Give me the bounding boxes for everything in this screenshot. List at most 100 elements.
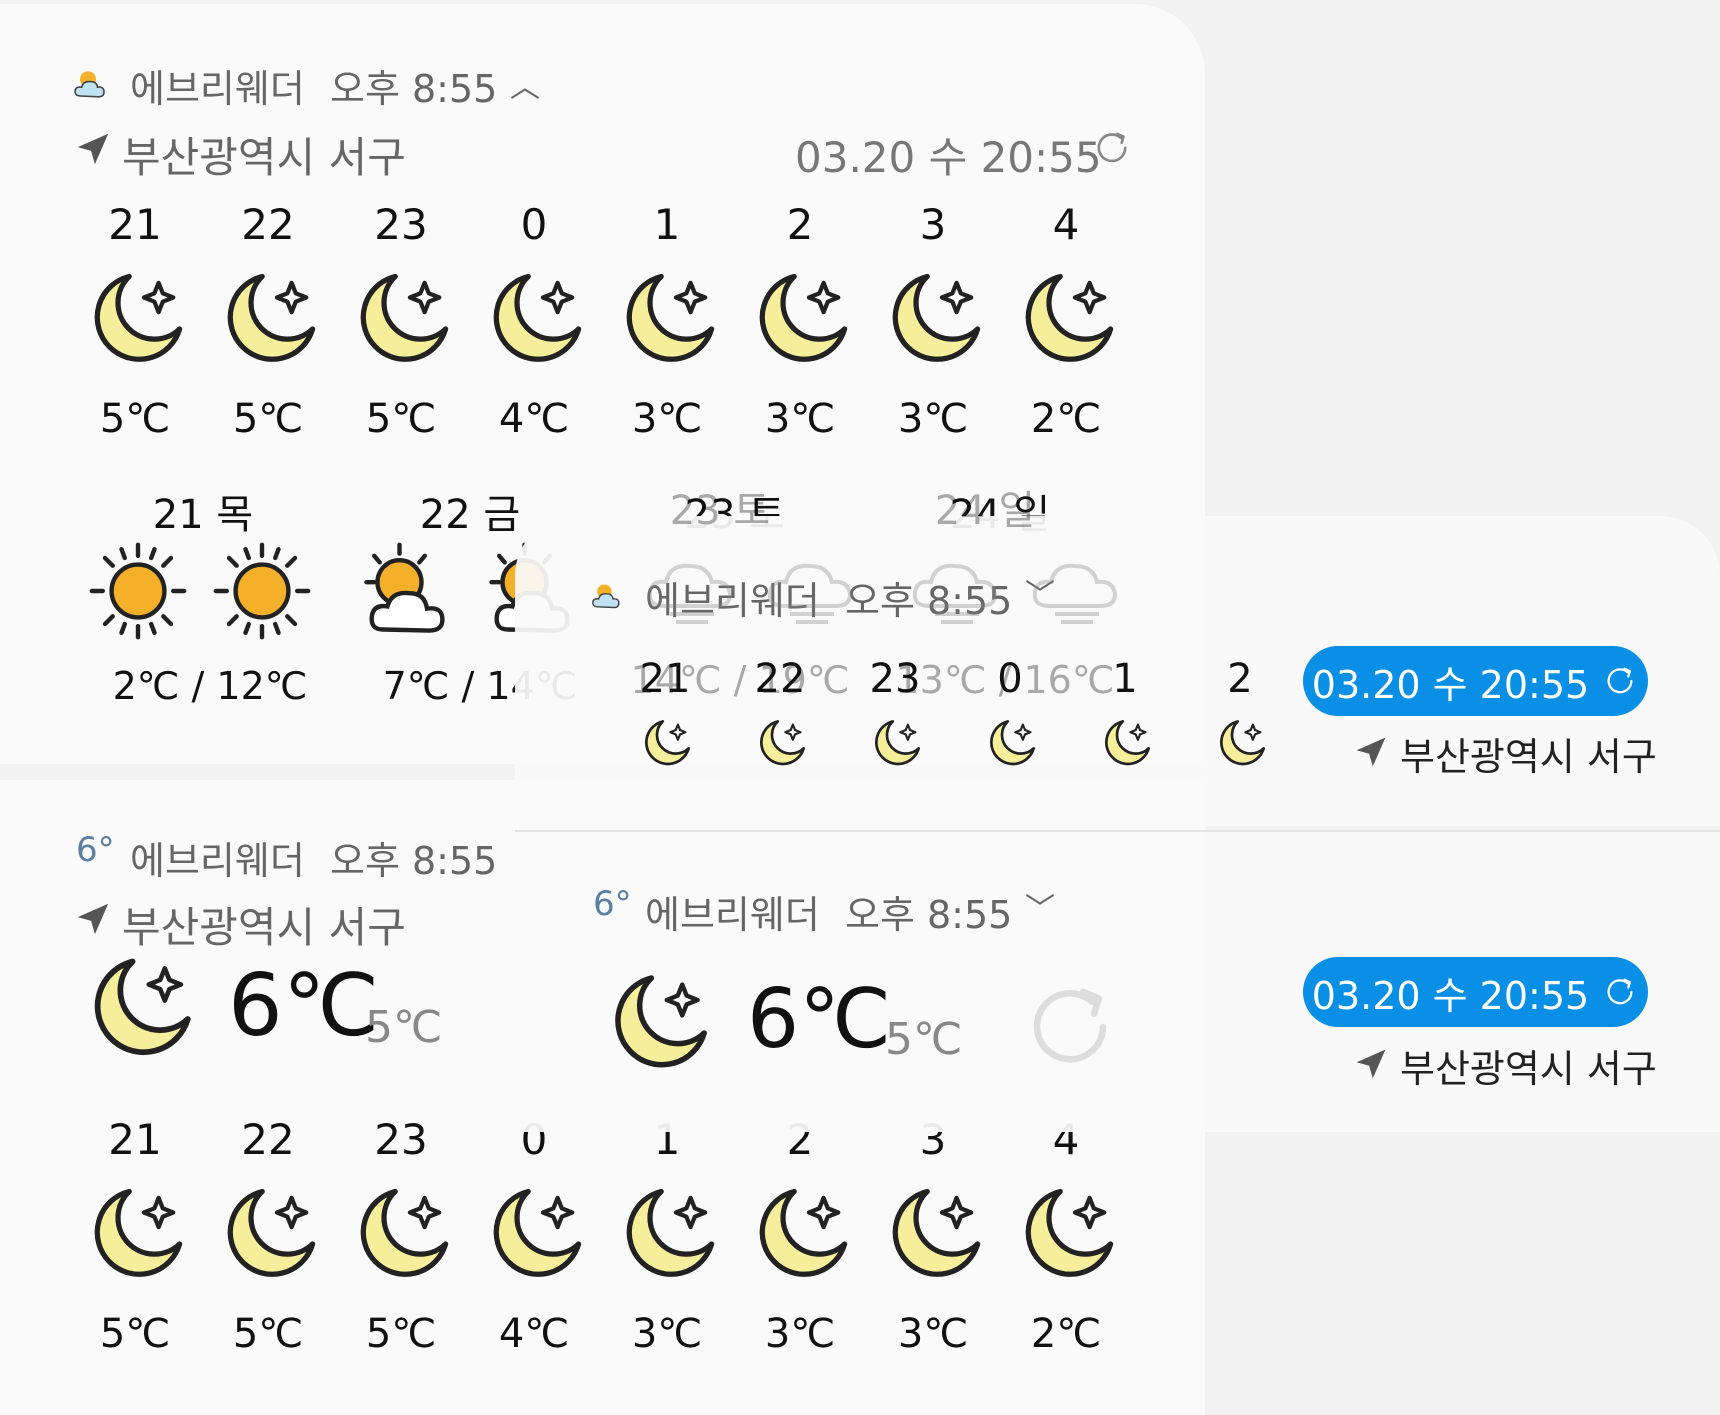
current-temp: 6℃ [228,956,380,1056]
hour-temp: 3℃ [764,396,836,442]
cloud-icon [640,536,740,636]
moon-star-icon [482,1181,587,1286]
app-name: 에브리웨더 [645,893,820,937]
hour-label: 21 [108,200,162,249]
moon-star-icon [754,716,808,770]
moon-star-icon [603,967,713,1077]
moon-star-icon [881,266,986,371]
sun-icon [83,536,193,646]
hour-label: 21 [108,1115,162,1164]
location-arrow-icon [1353,734,1389,770]
hour-label: 23 [374,200,428,249]
day-temp-range: 13℃ / 16℃ [895,658,1115,702]
hour-temp: 3℃ [631,396,703,442]
moon-star-icon [615,1181,720,1286]
chevron-up-icon[interactable]: ︿ [510,62,540,106]
day-temp-range: 14℃ / 19℃ [630,658,850,702]
hour-temp: 4℃ [498,1311,570,1357]
hour-temp: 5℃ [232,1311,304,1357]
refresh-icon [1601,973,1639,1011]
location-label: 부산광역시 서구 [1400,735,1657,779]
hour-temp: 2℃ [1030,396,1102,442]
hour-temp: 2℃ [1030,1311,1102,1357]
current-temp: 6℃ [747,972,892,1067]
current-temp-badge: 6° [76,830,115,870]
hour-label: 0 [520,200,548,249]
moon-star-icon [349,266,454,371]
moon-star-icon [482,266,587,371]
day-label: 24 일 [934,488,1036,534]
daily-forecast-ghost: 23 토 24 일 14℃ / 19℃ 13℃ / 16℃ [610,470,1170,702]
location-arrow-icon [74,130,112,168]
app-icon [72,64,112,104]
cloud-icon [1025,536,1125,636]
moon-star-icon [83,1181,188,1286]
moon-star-icon [984,716,1038,770]
location-label: 부산광역시 서구 [1400,1047,1657,1091]
sun-icon [207,536,317,646]
hour-temp: 5℃ [99,396,171,442]
hour-label: 22 [241,1115,295,1164]
hour-label: 23 [374,1115,428,1164]
moon-star-icon [869,716,923,770]
hour-temp: 5℃ [365,396,437,442]
hour-label: 2 [1227,656,1253,702]
notification-time: 오후 8:55 [845,893,1013,937]
moon-star-icon [216,1181,321,1286]
location-label: 부산광역시 서구 [122,133,406,182]
moon-star-icon [881,1181,986,1286]
hour-temp: 5℃ [365,1311,437,1357]
refresh-icon[interactable] [1015,972,1125,1082]
update-time-text: 03.20 수 20:55 [1311,662,1590,707]
hourly-forecast: 21 22 23 0 1 2 3 4 5℃ 5℃ 5℃ 4℃ 3℃ 3℃ 3℃ … [75,200,1135,450]
widget-compact-current-card: 6° 에브리웨더 오후 8:55 ﹀ 6℃ 5℃ 03.20 수 20:55 부… [515,830,1720,1132]
moon-star-icon [349,1181,454,1286]
hour-temp: 3℃ [897,396,969,442]
app-name: 에브리웨더 [130,839,305,883]
notification-time: 오후 8:55 [330,67,498,111]
location-arrow-icon [1353,1046,1389,1082]
app-name: 에브리웨더 [130,67,305,111]
hour-temp: 4℃ [498,396,570,442]
hour-label: 22 [241,200,295,249]
hour-label: 3 [919,200,947,249]
cloud-rain-icon [905,536,1005,636]
moon-star-icon [748,1181,853,1286]
hour-label: 4 [1052,200,1080,249]
hour-label: 1 [653,200,681,249]
location-label: 부산광역시 서구 [122,903,406,952]
hour-temp: 3℃ [631,1311,703,1357]
moon-star-icon [639,716,693,770]
current-temp-badge: 6° [593,884,632,924]
moon-star-icon [615,266,720,371]
cloud-icon [760,536,860,636]
moon-star-icon [1099,716,1153,770]
moon-star-icon [82,950,197,1065]
hour-temp: 5℃ [232,396,304,442]
hour-temp: 3℃ [764,1311,836,1357]
hourly-forecast: 21 22 23 0 1 2 3 4 5℃ 5℃ 5℃ 4℃ 3℃ 3℃ 3℃ … [75,1115,1135,1385]
day-label: 21 목 [152,492,254,538]
moon-star-icon [83,266,188,371]
chevron-down-icon[interactable]: ﹀ [1025,884,1055,928]
partly-cloudy-icon [350,536,460,646]
hour-temp: 5℃ [99,1311,171,1357]
moon-star-icon [1214,716,1268,770]
location-arrow-icon [74,900,112,938]
refresh-icon [1601,662,1639,700]
hour-temp: 3℃ [897,1311,969,1357]
moon-star-icon [1014,1181,1119,1286]
notification-time: 오후 8:55 [330,839,498,883]
refresh-icon[interactable] [1090,126,1134,170]
hour-label: 2 [786,200,814,249]
moon-star-icon [1014,266,1119,371]
feels-like-temp: 5℃ [365,1002,443,1053]
update-time-text: 03.20 수 20:55 [1311,973,1590,1018]
moon-star-icon [748,266,853,371]
updated-time: 03.20 수 20:55 [795,133,1102,182]
update-time-button[interactable]: 03.20 수 20:55 [1303,957,1648,1027]
day-label: 23 토 [669,488,771,534]
moon-star-icon [216,266,321,371]
update-time-button[interactable]: 03.20 수 20:55 [1303,646,1648,716]
feels-like-temp: 5℃ [885,1014,963,1065]
